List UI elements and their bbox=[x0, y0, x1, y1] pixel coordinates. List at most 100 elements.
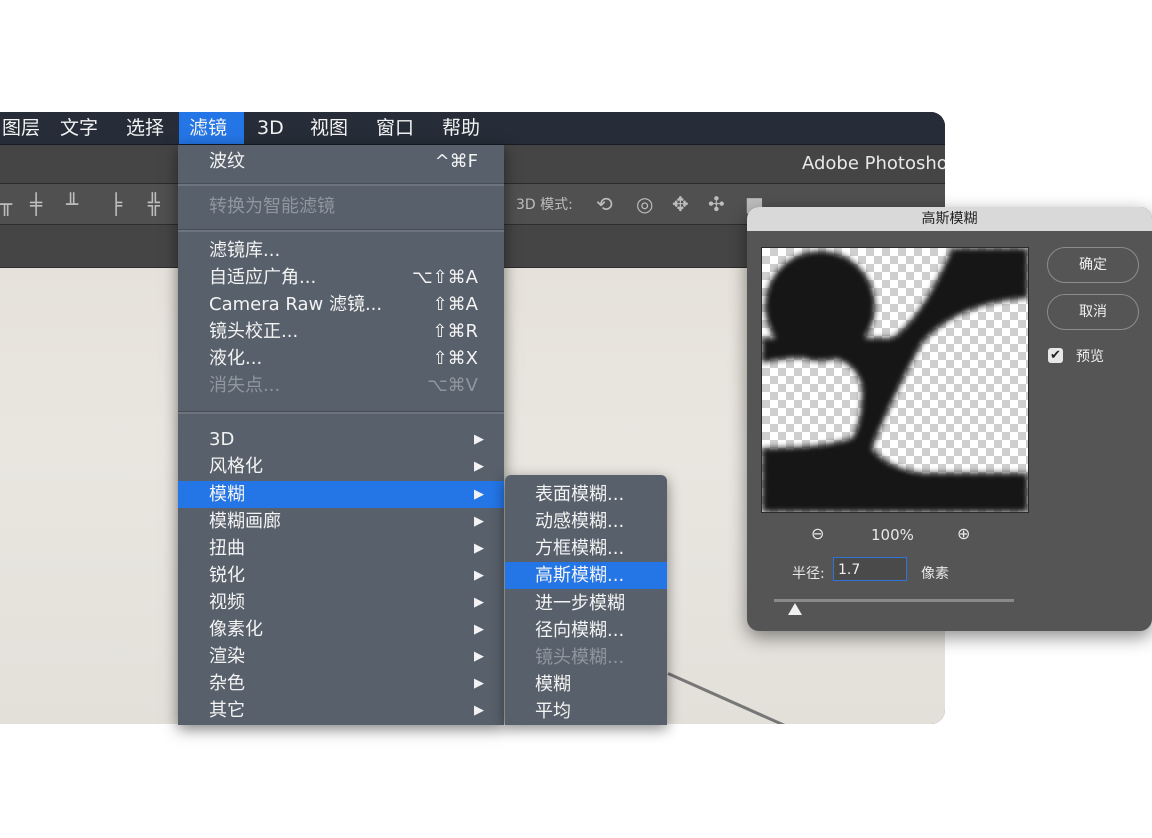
submenu-arrow-icon: ▶ bbox=[474, 487, 484, 502]
menu-layer[interactable]: 图层 bbox=[0, 112, 50, 144]
menu-item-label: 模糊 bbox=[209, 484, 245, 505]
menu-item-label: 锐化 bbox=[209, 565, 245, 586]
menu-item-liquify[interactable]: 液化... ⇧⌘X bbox=[178, 345, 504, 372]
menu-item-label: 滤镜库... bbox=[209, 240, 281, 261]
menu-item-label: 其它 bbox=[209, 700, 245, 721]
preview-label: 预览 bbox=[1076, 349, 1104, 365]
shortcut: ^⌘F bbox=[434, 151, 478, 172]
menu-item-label: 视频 bbox=[209, 592, 245, 613]
submenu-item-label: 径向模糊... bbox=[535, 620, 625, 641]
menu-item-label: 液化... bbox=[209, 348, 263, 369]
dialog-title: 高斯模糊 bbox=[747, 207, 1152, 231]
menu-separator bbox=[178, 183, 504, 186]
align-vcenter-icon[interactable]: ╪ bbox=[30, 192, 42, 216]
zoom-in-icon[interactable]: ⊕ bbox=[957, 524, 970, 543]
menu-item-adaptive-wide-angle[interactable]: 自适应广角... ⌥⇧⌘A bbox=[178, 264, 504, 291]
menu-item-label: 波纹 bbox=[209, 151, 245, 172]
submenu-item-label: 表面模糊... bbox=[535, 484, 625, 505]
menu-item-label: 3D bbox=[209, 429, 235, 450]
menu-item-video[interactable]: 视频 ▶ bbox=[178, 589, 504, 616]
menu-item-other[interactable]: 其它 ▶ bbox=[178, 697, 504, 724]
zoom-out-icon[interactable]: ⊖ bbox=[811, 524, 824, 543]
menu-separator bbox=[178, 229, 504, 232]
submenu-item-radial-blur[interactable]: 径向模糊... bbox=[505, 617, 667, 644]
shortcut: ⌥⌘V bbox=[426, 375, 478, 396]
shortcut: ⇧⌘X bbox=[432, 348, 478, 369]
align-bottom-icon[interactable]: ╨ bbox=[66, 192, 78, 216]
menu-window[interactable]: 窗口 bbox=[366, 112, 424, 144]
menu-item-label: 镜头校正... bbox=[209, 321, 299, 342]
shortcut: ⇧⌘R bbox=[432, 321, 478, 342]
menu-item-render[interactable]: 渲染 ▶ bbox=[178, 643, 504, 670]
roll-3d-icon[interactable]: ◎ bbox=[636, 192, 653, 216]
menu-item-sharpen[interactable]: 锐化 ▶ bbox=[178, 562, 504, 589]
submenu-arrow-icon: ▶ bbox=[474, 676, 484, 691]
menu-type[interactable]: 文字 bbox=[50, 112, 108, 144]
menu-item-distort[interactable]: 扭曲 ▶ bbox=[178, 535, 504, 562]
menu-item-camera-raw[interactable]: Camera Raw 滤镜... ⇧⌘A bbox=[178, 291, 504, 318]
radius-slider-thumb[interactable] bbox=[788, 603, 802, 615]
submenu-item-label: 平均 bbox=[535, 701, 571, 722]
canvas-stroke bbox=[667, 672, 797, 724]
slide-3d-icon[interactable]: ✣ bbox=[708, 192, 725, 216]
menu-3d[interactable]: 3D bbox=[247, 112, 294, 144]
menu-item-blur-gallery[interactable]: 模糊画廊 ▶ bbox=[178, 508, 504, 535]
menu-item-pixelate[interactable]: 像素化 ▶ bbox=[178, 616, 504, 643]
menu-item-stylize[interactable]: 风格化 ▶ bbox=[178, 453, 504, 480]
align-hcenter-icon[interactable]: ╬ bbox=[148, 192, 160, 216]
menu-item-convert-smart-filter: 转换为智能滤镜 bbox=[178, 193, 504, 220]
submenu-item-label: 动感模糊... bbox=[535, 511, 625, 532]
menu-item-label: 转换为智能滤镜 bbox=[209, 196, 335, 217]
radius-slider-track[interactable] bbox=[774, 599, 1014, 602]
submenu-arrow-icon: ▶ bbox=[474, 459, 484, 474]
submenu-arrow-icon: ▶ bbox=[474, 432, 484, 447]
submenu-item-motion-blur[interactable]: 动感模糊... bbox=[505, 508, 667, 535]
menu-item-label: 扭曲 bbox=[209, 538, 245, 559]
submenu-item-blur-more[interactable]: 进一步模糊 bbox=[505, 590, 667, 617]
submenu-arrow-icon: ▶ bbox=[474, 649, 484, 664]
blur-preview[interactable] bbox=[761, 247, 1029, 513]
submenu-item-surface-blur[interactable]: 表面模糊... bbox=[505, 481, 667, 508]
submenu-item-gaussian-blur[interactable]: 高斯模糊... bbox=[505, 562, 667, 589]
cancel-button[interactable]: 取消 bbox=[1047, 294, 1139, 330]
menu-item-label: Camera Raw 滤镜... bbox=[209, 294, 383, 315]
menu-item-label: 像素化 bbox=[209, 619, 263, 640]
ok-button[interactable]: 确定 bbox=[1047, 247, 1139, 283]
align-left-icon[interactable]: ╞ bbox=[110, 192, 122, 216]
menu-item-vanishing-point: 消失点... ⌥⌘V bbox=[178, 372, 504, 399]
radius-unit: 像素 bbox=[921, 566, 949, 582]
menu-filter[interactable]: 滤镜 bbox=[179, 112, 244, 144]
3d-mode-label: 3D 模式: bbox=[516, 197, 573, 213]
gaussian-blur-dialog: 高斯模糊 确定 取消 ✔ 预览 ⊖ 100% ⊕ 半径: 1.7 像素 bbox=[747, 207, 1152, 631]
menu-item-3d[interactable]: 3D ▶ bbox=[178, 426, 504, 453]
menu-item-last-filter[interactable]: 波纹 ^⌘F bbox=[178, 148, 504, 175]
filter-menu: 波纹 ^⌘F 转换为智能滤镜 滤镜库... 自适应广角... ⌥⇧⌘A Came… bbox=[178, 145, 504, 725]
app-title: Adobe Photoshop bbox=[802, 153, 945, 174]
menu-item-blur[interactable]: 模糊 ▶ bbox=[178, 481, 504, 508]
menu-item-label: 消失点... bbox=[209, 375, 281, 396]
submenu-item-lens-blur: 镜头模糊... bbox=[505, 644, 667, 671]
submenu-arrow-icon: ▶ bbox=[474, 595, 484, 610]
submenu-item-average[interactable]: 平均 bbox=[505, 698, 667, 725]
submenu-item-box-blur[interactable]: 方框模糊... bbox=[505, 535, 667, 562]
menu-item-label: 风格化 bbox=[209, 456, 263, 477]
menu-item-lens-correction[interactable]: 镜头校正... ⇧⌘R bbox=[178, 318, 504, 345]
menu-item-filter-gallery[interactable]: 滤镜库... bbox=[178, 237, 504, 264]
menu-item-noise[interactable]: 杂色 ▶ bbox=[178, 670, 504, 697]
menu-view[interactable]: 视图 bbox=[300, 112, 358, 144]
preview-checkbox[interactable]: ✔ bbox=[1048, 348, 1063, 363]
submenu-item-label: 高斯模糊... bbox=[535, 565, 625, 586]
align-top-icon[interactable]: ╥ bbox=[0, 192, 12, 216]
menu-item-label: 自适应广角... bbox=[209, 267, 317, 288]
menu-help[interactable]: 帮助 bbox=[432, 112, 490, 144]
submenu-item-blur[interactable]: 模糊 bbox=[505, 671, 667, 698]
preview-shape bbox=[762, 248, 1028, 512]
submenu-arrow-icon: ▶ bbox=[474, 622, 484, 637]
menu-select[interactable]: 选择 bbox=[116, 112, 174, 144]
menu-item-label: 杂色 bbox=[209, 673, 245, 694]
submenu-item-label: 镜头模糊... bbox=[535, 647, 625, 668]
radius-input[interactable]: 1.7 bbox=[833, 557, 907, 581]
orbit-3d-icon[interactable]: ⟲ bbox=[596, 192, 613, 216]
pan-3d-icon[interactable]: ✥ bbox=[672, 192, 689, 216]
shortcut: ⇧⌘A bbox=[432, 294, 478, 315]
